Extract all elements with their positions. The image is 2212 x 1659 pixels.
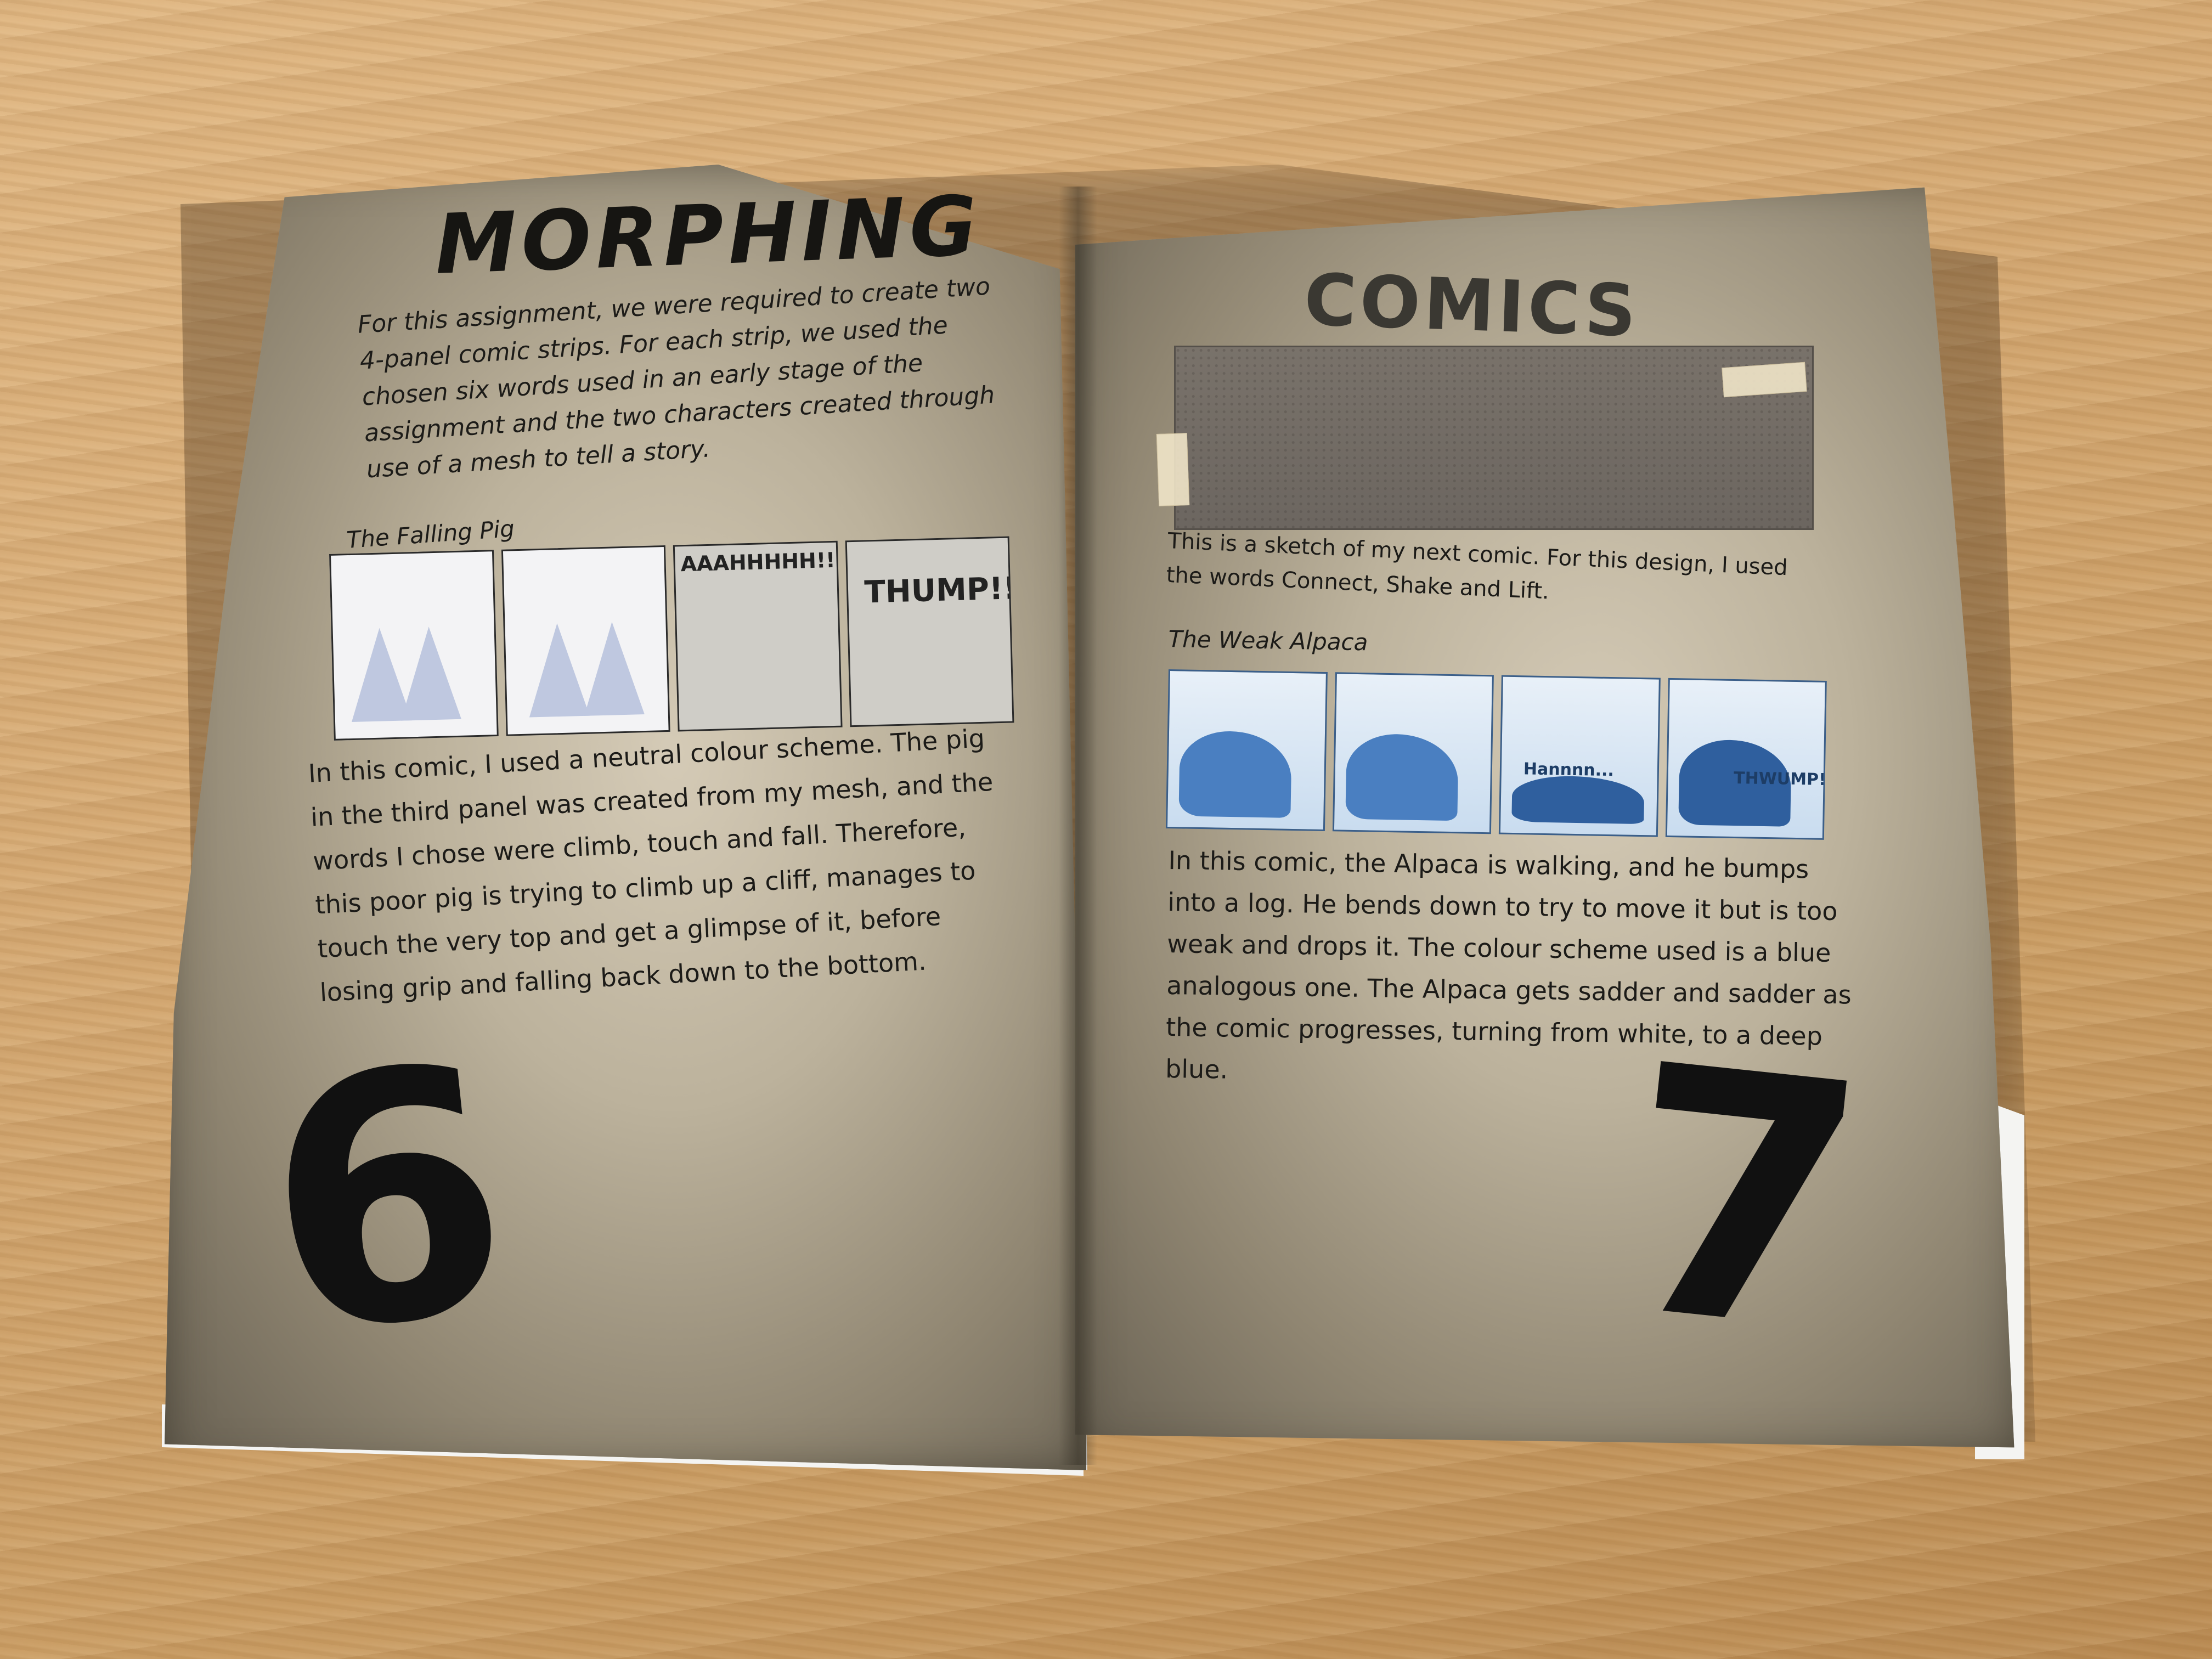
alpaca-figure [1345,733,1459,821]
booklet-spine [1059,187,1097,1465]
falling-pig-description: In this comic, I used a neutral colour s… [307,723,994,1008]
comic-panel-4: THWUMP! [1665,678,1827,840]
page-title-comics: COMICS [1302,258,1641,353]
page-number-right: 7 [1604,992,1881,1410]
alpaca-figure [1511,775,1645,825]
panel-sfx: THWUMP! [1733,769,1827,789]
comic-caption-weak-alpaca: The Weak Alpaca [1168,625,1368,656]
comic-panel-1 [1165,669,1328,832]
tape-strip [1156,433,1190,506]
mountain-shape [526,622,590,718]
comic-strip-falling-pig: AAAHHHHH!!!! THUMP!! [329,536,1014,741]
comic-strip-weak-alpaca: Hannnn... THWUMP! [1165,669,1827,840]
mountain-shape [398,625,461,721]
comic-panel-3: AAAHHHHH!!!! [673,540,843,732]
comic-panel-2 [1332,672,1494,834]
tape-strip [1722,362,1807,398]
panel-sfx: AAAHHHHH!!!! [680,547,843,577]
comic-panel-1 [329,550,499,741]
panel-sfx: THUMP!! [864,571,1014,611]
alpaca-figure [1178,730,1293,818]
mountain-shape [581,621,645,716]
comic-panel-3: Hannnn... [1498,675,1661,837]
panel-sfx: Hannnn... [1523,759,1615,781]
comic-panel-4: THUMP!! [845,536,1014,727]
comic-sketch-image [1174,346,1814,530]
page-number-left: 6 [249,992,526,1410]
comic-panel-2 [501,545,670,736]
